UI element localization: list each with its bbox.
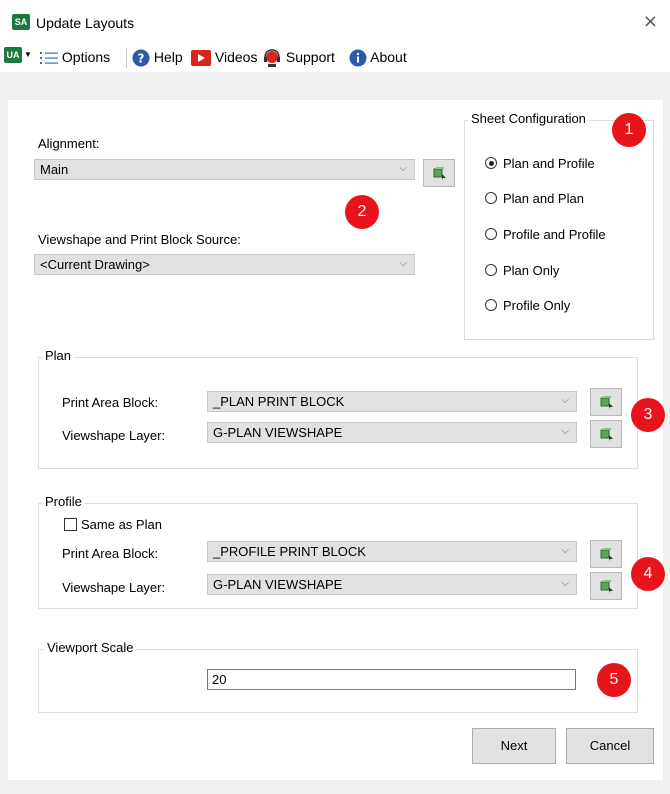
alignment-pick-button[interactable] — [423, 159, 455, 187]
radio-icon — [485, 264, 497, 276]
source-select[interactable]: <Current Drawing> ⌵ — [34, 254, 415, 275]
same-as-plan-label: Same as Plan — [81, 517, 162, 532]
info-icon — [349, 49, 367, 67]
videos-label: Videos — [214, 49, 258, 65]
list-icon — [40, 52, 58, 65]
about-label: About — [370, 49, 407, 65]
plan-group-title: Plan — [42, 348, 75, 363]
plan-viewshape-value: G-PLAN VIEWSHAPE — [213, 425, 343, 440]
options-label: Options — [61, 49, 111, 65]
pick-select-icon — [600, 428, 613, 441]
profile-group-title: Profile — [42, 494, 85, 509]
source-value: <Current Drawing> — [40, 257, 150, 272]
alignment-value: Main — [40, 162, 69, 177]
about-button[interactable]: About — [349, 47, 407, 67]
profile-viewshape-select[interactable]: G-PLAN VIEWSHAPE ⌵ — [207, 574, 577, 595]
title-bar: SA Update Layouts × — [0, 0, 670, 42]
callout-badge-3: 3 — [631, 398, 665, 432]
chevron-down-icon: ⌵ — [561, 545, 569, 556]
ua-menu-icon[interactable]: UA — [4, 47, 22, 63]
videos-button[interactable]: Videos — [191, 47, 257, 67]
alignment-label: Alignment: — [38, 136, 100, 151]
callout-badge-1: 1 — [612, 113, 646, 147]
next-button[interactable]: Next — [472, 728, 556, 764]
profile-print-area-label: Print Area Block: — [62, 546, 159, 561]
chevron-down-icon: ⌵ — [561, 578, 569, 589]
profile-print-area-select[interactable]: _PROFILE PRINT BLOCK ⌵ — [207, 541, 577, 562]
callout-badge-4: 4 — [631, 557, 665, 591]
profile-print-area-pick-button[interactable] — [590, 540, 622, 568]
viewport-scale-input[interactable] — [207, 669, 576, 690]
chevron-down-icon: ⌵ — [561, 395, 569, 406]
profile-viewshape-label: Viewshape Layer: — [62, 580, 166, 595]
profile-viewshape-pick-button[interactable] — [590, 572, 622, 600]
chevron-down-icon: ⌵ — [399, 258, 407, 269]
plan-viewshape-label: Viewshape Layer: — [62, 428, 166, 443]
radio-selected-icon — [485, 157, 497, 169]
plan-print-area-pick-button[interactable] — [590, 388, 622, 416]
app-logo-icon: SA — [12, 14, 30, 30]
same-as-plan-checkbox[interactable] — [64, 518, 77, 531]
toolbar-separator — [126, 48, 127, 68]
plan-viewshape-select[interactable]: G-PLAN VIEWSHAPE ⌵ — [207, 422, 577, 443]
sheet-configuration-title: Sheet Configuration — [468, 111, 589, 126]
help-label: Help — [153, 49, 183, 65]
help-icon: ? — [132, 49, 150, 67]
pick-select-icon — [600, 548, 613, 561]
callout-badge-2: 2 — [345, 195, 379, 229]
support-label: Support — [285, 49, 335, 65]
source-label: Viewshape and Print Block Source: — [38, 232, 241, 247]
plan-group — [38, 357, 638, 469]
plan-print-area-value: _PLAN PRINT BLOCK — [213, 394, 345, 409]
pick-select-icon — [600, 580, 613, 593]
support-headset-icon — [264, 49, 280, 68]
viewport-scale-title: Viewport Scale — [44, 640, 137, 655]
svg-text:?: ? — [138, 52, 145, 66]
viewport-scale-field[interactable] — [208, 670, 575, 689]
chevron-down-icon: ⌵ — [561, 426, 569, 437]
profile-viewshape-value: G-PLAN VIEWSHAPE — [213, 577, 343, 592]
help-button[interactable]: ? Help — [132, 47, 183, 67]
plan-viewshape-pick-button[interactable] — [590, 420, 622, 448]
video-play-icon — [191, 50, 211, 67]
plan-print-area-select[interactable]: _PLAN PRINT BLOCK ⌵ — [207, 391, 577, 412]
close-icon[interactable]: × — [643, 11, 658, 32]
callout-badge-5: 5 — [597, 663, 631, 697]
plan-print-area-label: Print Area Block: — [62, 395, 159, 410]
radio-icon — [485, 192, 497, 204]
options-button[interactable]: Options — [40, 47, 110, 67]
window-title: Update Layouts — [36, 15, 135, 31]
chevron-down-icon: ⌵ — [399, 163, 407, 174]
profile-print-area-value: _PROFILE PRINT BLOCK — [213, 544, 366, 559]
support-button[interactable]: Support — [262, 47, 335, 68]
radio-icon — [485, 299, 497, 311]
alignment-select[interactable]: Main ⌵ — [34, 159, 415, 180]
radio-icon — [485, 228, 497, 240]
pick-select-icon — [433, 167, 446, 180]
ua-dropdown-caret-icon[interactable]: ▼ — [24, 50, 32, 59]
pick-select-icon — [600, 396, 613, 409]
cancel-button[interactable]: Cancel — [566, 728, 654, 764]
